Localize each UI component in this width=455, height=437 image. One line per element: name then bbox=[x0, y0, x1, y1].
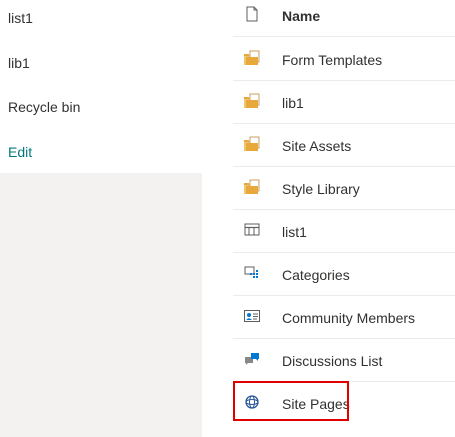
list-row-label: Categories bbox=[282, 267, 350, 283]
list-row-label: lib1 bbox=[282, 95, 304, 111]
left-nav-links: list1 lib1 Recycle bin Edit bbox=[0, 0, 202, 173]
contact-card-icon bbox=[243, 307, 261, 325]
categories-icon bbox=[243, 264, 261, 282]
list-row-label: Style Library bbox=[282, 181, 360, 197]
list-row-community-members[interactable]: Community Members bbox=[233, 296, 455, 339]
list-row-label: Community Members bbox=[282, 310, 416, 326]
list-icon bbox=[243, 221, 261, 239]
list-row-site-assets[interactable]: Site Assets bbox=[233, 124, 455, 167]
nav-item-list1[interactable]: list1 bbox=[8, 9, 33, 27]
document-library-icon bbox=[243, 49, 261, 67]
nav-item-lib1[interactable]: lib1 bbox=[8, 54, 30, 72]
list-row-label: Form Templates bbox=[282, 52, 383, 68]
list-row-discussions-list[interactable]: Discussions List bbox=[233, 339, 455, 382]
list-header: Name bbox=[233, 0, 455, 37]
discussion-icon bbox=[243, 350, 261, 368]
document-icon bbox=[245, 6, 259, 22]
document-library-icon bbox=[243, 135, 261, 153]
list-row-form-templates[interactable]: Form Templates bbox=[233, 38, 455, 81]
list-row-list1[interactable]: list1 bbox=[233, 210, 455, 253]
nav-edit-link[interactable]: Edit bbox=[8, 143, 32, 161]
list-row-categories[interactable]: Categories bbox=[233, 253, 455, 296]
document-library-icon bbox=[243, 178, 261, 196]
list-row-label: Site Assets bbox=[282, 138, 352, 154]
list-row-label: list1 bbox=[282, 224, 307, 240]
highlight-box bbox=[233, 381, 349, 421]
list-row-lib1[interactable]: lib1 bbox=[233, 81, 455, 124]
document-library-icon bbox=[243, 92, 261, 110]
list-row-style-library[interactable]: Style Library bbox=[233, 167, 455, 210]
left-navigation: list1 lib1 Recycle bin Edit bbox=[0, 0, 202, 437]
column-header-name[interactable]: Name bbox=[282, 7, 320, 25]
list-row-label: Discussions List bbox=[282, 353, 383, 369]
nav-item-recycle-bin[interactable]: Recycle bin bbox=[8, 98, 80, 116]
site-contents-list: Name Form Templates lib1 Site Assets Sty… bbox=[233, 0, 455, 437]
app-root: list1 lib1 Recycle bin Edit Name Form Te… bbox=[0, 0, 455, 437]
